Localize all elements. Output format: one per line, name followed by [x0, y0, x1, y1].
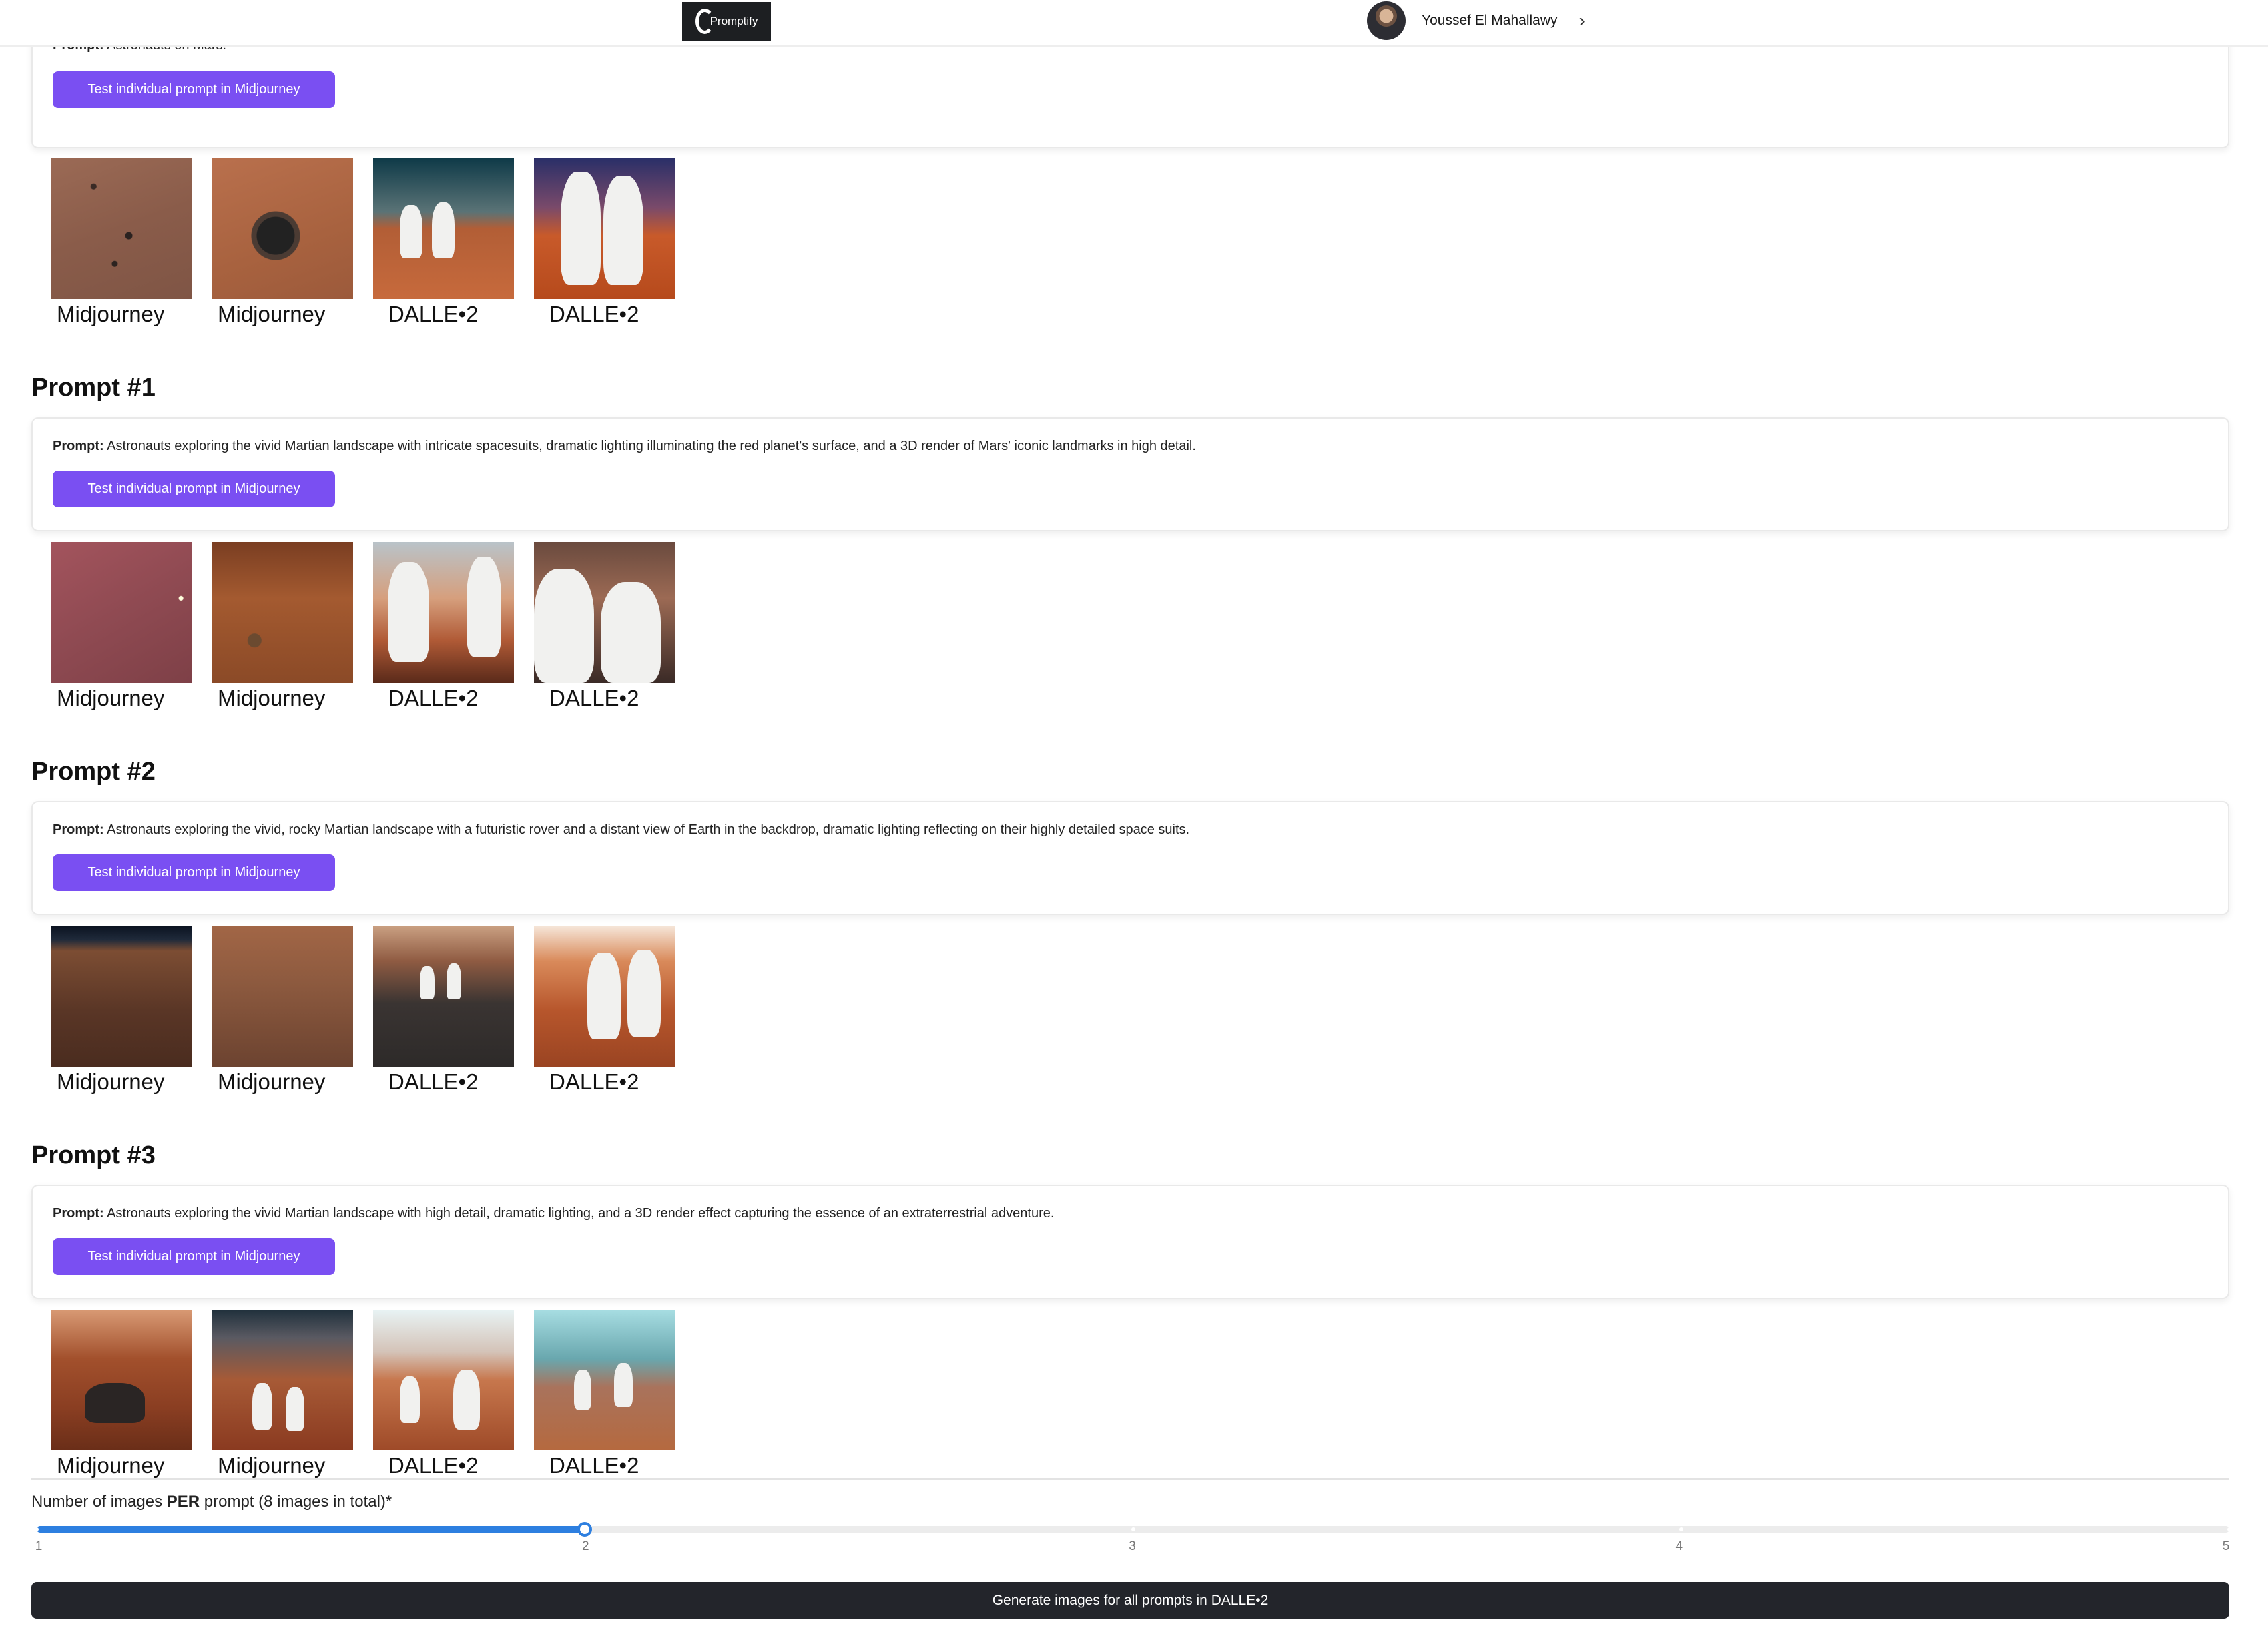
image-source-caption: DALLE•2: [549, 686, 639, 710]
divider: [31, 1478, 2229, 1480]
logo-text: Promptify: [710, 15, 758, 27]
slider-tick-label: 5: [2222, 1539, 2230, 1553]
image-source-caption: DALLE•2: [388, 1069, 479, 1094]
generated-image[interactable]: [51, 542, 192, 683]
generated-image[interactable]: [51, 1310, 192, 1450]
generated-image[interactable]: [534, 1310, 675, 1450]
image-row: Midjourney Midjourney DALLE•2 DALLE•2: [51, 926, 675, 1095]
image-source-caption: DALLE•2: [549, 1453, 639, 1478]
generated-image[interactable]: [212, 158, 353, 299]
image-result[interactable]: Midjourney: [212, 158, 353, 327]
slider-tick-label: 1: [35, 1539, 43, 1553]
test-prompt-midjourney-button[interactable]: Test individual prompt in Midjourney: [53, 854, 335, 891]
image-source-caption: Midjourney: [57, 302, 165, 326]
prompt-heading: Prompt #1: [31, 374, 156, 402]
image-result[interactable]: DALLE•2: [534, 1310, 675, 1478]
generated-image[interactable]: [534, 926, 675, 1067]
image-source-caption: Midjourney: [57, 686, 165, 710]
image-result[interactable]: DALLE•2: [373, 926, 514, 1095]
image-source-caption: Midjourney: [57, 1069, 165, 1094]
prompt-label: Prompt:: [53, 822, 104, 837]
image-source-caption: Midjourney: [218, 686, 326, 710]
prompt-label: Prompt:: [53, 1206, 104, 1221]
prompt-card: Prompt: Astronauts exploring the vivid M…: [31, 1185, 2229, 1299]
image-result[interactable]: Midjourney: [51, 1310, 192, 1478]
generated-image[interactable]: [373, 158, 514, 299]
image-source-caption: DALLE•2: [388, 686, 479, 710]
user-menu[interactable]: Youssef El Mahallawy ›: [1367, 1, 1585, 40]
generated-image[interactable]: [51, 926, 192, 1067]
image-source-caption: Midjourney: [218, 1069, 326, 1094]
prompt-label: Prompt:: [53, 439, 104, 453]
image-result[interactable]: DALLE•2: [534, 926, 675, 1095]
image-source-caption: DALLE•2: [549, 1069, 639, 1094]
prompt-value: Astronauts exploring the vivid Martian l…: [107, 1206, 1055, 1221]
user-name[interactable]: Youssef El Mahallawy: [1422, 13, 1558, 29]
image-row: Midjourney Midjourney DALLE•2 DALLE•2: [51, 542, 675, 711]
slider-tick-label: 2: [581, 1539, 589, 1553]
prompt-heading: Prompt #3: [31, 1141, 156, 1169]
image-result[interactable]: DALLE•2: [534, 158, 675, 327]
image-source-caption: Midjourney: [218, 302, 326, 326]
slider-tick-mark: [2227, 1527, 2231, 1531]
generated-image[interactable]: [212, 926, 353, 1067]
image-result[interactable]: DALLE•2: [373, 158, 514, 327]
image-source-caption: Midjourney: [57, 1453, 165, 1478]
image-result[interactable]: Midjourney: [212, 926, 353, 1095]
prompt-value: Astronauts exploring the vivid, rocky Ma…: [107, 822, 1190, 837]
image-result[interactable]: Midjourney: [212, 1310, 353, 1478]
image-result[interactable]: Midjourney: [51, 926, 192, 1095]
slider-tick-label: 4: [1675, 1539, 1683, 1553]
slider-fill: [37, 1526, 585, 1533]
chevron-right-icon[interactable]: ›: [1579, 11, 1585, 30]
test-prompt-midjourney-button[interactable]: Test individual prompt in Midjourney: [53, 71, 335, 108]
generated-image[interactable]: [51, 158, 192, 299]
generated-image[interactable]: [534, 542, 675, 683]
generated-image[interactable]: [373, 1310, 514, 1450]
avatar[interactable]: [1367, 1, 1406, 40]
image-result[interactable]: Midjourney: [212, 542, 353, 711]
prompt-card: Prompt: Astronauts exploring the vivid, …: [31, 801, 2229, 915]
label-text: Number of images: [31, 1492, 167, 1511]
image-result[interactable]: DALLE•2: [534, 542, 675, 711]
test-prompt-midjourney-button[interactable]: Test individual prompt in Midjourney: [53, 471, 335, 507]
image-result[interactable]: DALLE•2: [373, 1310, 514, 1478]
image-result[interactable]: DALLE•2: [373, 542, 514, 711]
slider-tick-label: 3: [1129, 1539, 1136, 1553]
main-content: Prompt: Astronauts on Mars. Test individ…: [0, 0, 2268, 1478]
prompt-text: Prompt: Astronauts exploring the vivid, …: [53, 822, 1189, 838]
generated-image[interactable]: [212, 542, 353, 683]
image-row: Midjourney Midjourney DALLE•2 DALLE•2: [51, 1310, 675, 1478]
test-prompt-midjourney-button[interactable]: Test individual prompt in Midjourney: [53, 1238, 335, 1275]
top-navigation-bar: Promptify Youssef El Mahallawy ›: [0, 0, 2268, 47]
slider-tick-mark: [35, 1527, 39, 1531]
image-row: Midjourney Midjourney DALLE•2 DALLE•2: [51, 158, 675, 327]
generated-image[interactable]: [373, 542, 514, 683]
image-result[interactable]: Midjourney: [51, 158, 192, 327]
prompt-value: Astronauts exploring the vivid Martian l…: [107, 439, 1196, 453]
generated-image[interactable]: [534, 158, 675, 299]
prompt-text: Prompt: Astronauts exploring the vivid M…: [53, 1206, 1054, 1221]
label-bold: PER: [166, 1492, 200, 1511]
images-per-prompt-slider[interactable]: [35, 1522, 2231, 1537]
generated-image[interactable]: [212, 1310, 353, 1450]
image-source-caption: DALLE•2: [388, 302, 479, 326]
image-result[interactable]: Midjourney: [51, 542, 192, 711]
image-source-caption: DALLE•2: [549, 302, 639, 326]
generate-all-dalle2-button[interactable]: Generate images for all prompts in DALLE…: [31, 1582, 2229, 1619]
generated-image[interactable]: [373, 926, 514, 1067]
prompt-card: Prompt: Astronauts exploring the vivid M…: [31, 417, 2229, 531]
label-text: prompt (8 images in total)*: [200, 1492, 392, 1511]
slider-tick-mark: [1679, 1527, 1683, 1531]
prompt-heading: Prompt #2: [31, 758, 156, 786]
slider-tick-mark: [1131, 1527, 1135, 1531]
image-source-caption: DALLE•2: [388, 1453, 479, 1478]
image-source-caption: Midjourney: [218, 1453, 326, 1478]
prompt-text: Prompt: Astronauts exploring the vivid M…: [53, 439, 1196, 454]
promptify-logo[interactable]: Promptify: [682, 2, 771, 41]
images-per-prompt-label: Number of images PER prompt (8 images in…: [31, 1492, 392, 1511]
